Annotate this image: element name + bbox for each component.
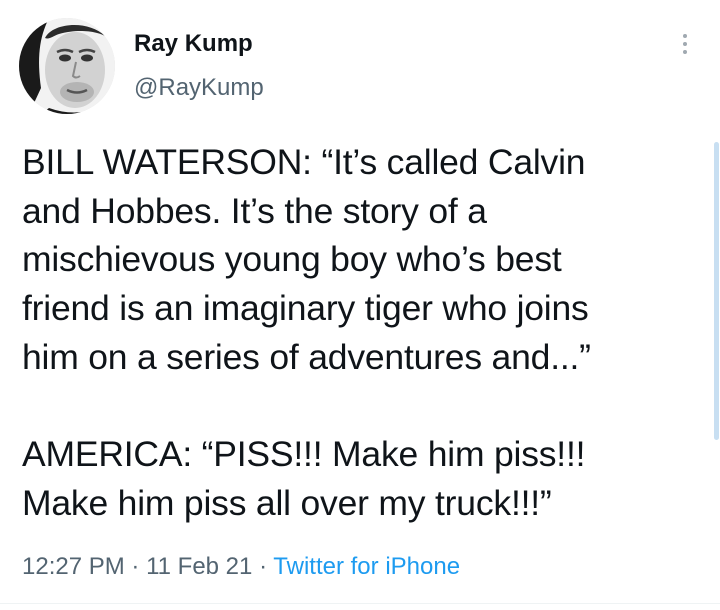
- tweet-source-link[interactable]: Twitter for iPhone: [273, 553, 460, 580]
- tweet-meta: 12:27 PM · 11 Feb 21 · Twitter for iPhon…: [22, 553, 460, 581]
- avatar[interactable]: [19, 18, 115, 114]
- display-name[interactable]: Ray Kump: [134, 30, 253, 58]
- tweet-time[interactable]: 12:27 PM: [22, 553, 125, 580]
- divider: [0, 603, 720, 604]
- tweet-text-line: him on a series of adventures and...”: [22, 336, 591, 377]
- tweet-text-line: mischievous young boy who’s best: [22, 239, 562, 280]
- tweet-text-line: AMERICA: “PISS!!! Make him piss!!!: [22, 434, 586, 475]
- avatar-image: [19, 18, 115, 114]
- more-vertical-icon[interactable]: [670, 26, 700, 62]
- tweet-text-line: and Hobbes. It’s the story of a: [22, 190, 487, 231]
- tweet-date[interactable]: 11 Feb 21: [146, 553, 252, 580]
- user-handle[interactable]: @RayKump: [134, 74, 264, 102]
- meta-separator: ·: [131, 553, 147, 580]
- more-dot: [683, 42, 687, 46]
- meta-separator: ·: [259, 553, 274, 580]
- tweet: Ray Kump @RayKump BILL WATERSON: “It’s c…: [0, 0, 720, 610]
- more-dot: [683, 50, 687, 54]
- tweet-text-line: friend is an imaginary tiger who joins: [22, 288, 589, 329]
- scrollbar[interactable]: [714, 142, 719, 440]
- more-dot: [683, 34, 687, 38]
- tweet-text-line: Make him piss all over my truck!!!”: [22, 482, 552, 523]
- tweet-text-line: BILL WATERSON: “It’s called Calvin: [22, 142, 586, 182]
- tweet-text: BILL WATERSON: “It’s called Calvin and H…: [22, 138, 702, 528]
